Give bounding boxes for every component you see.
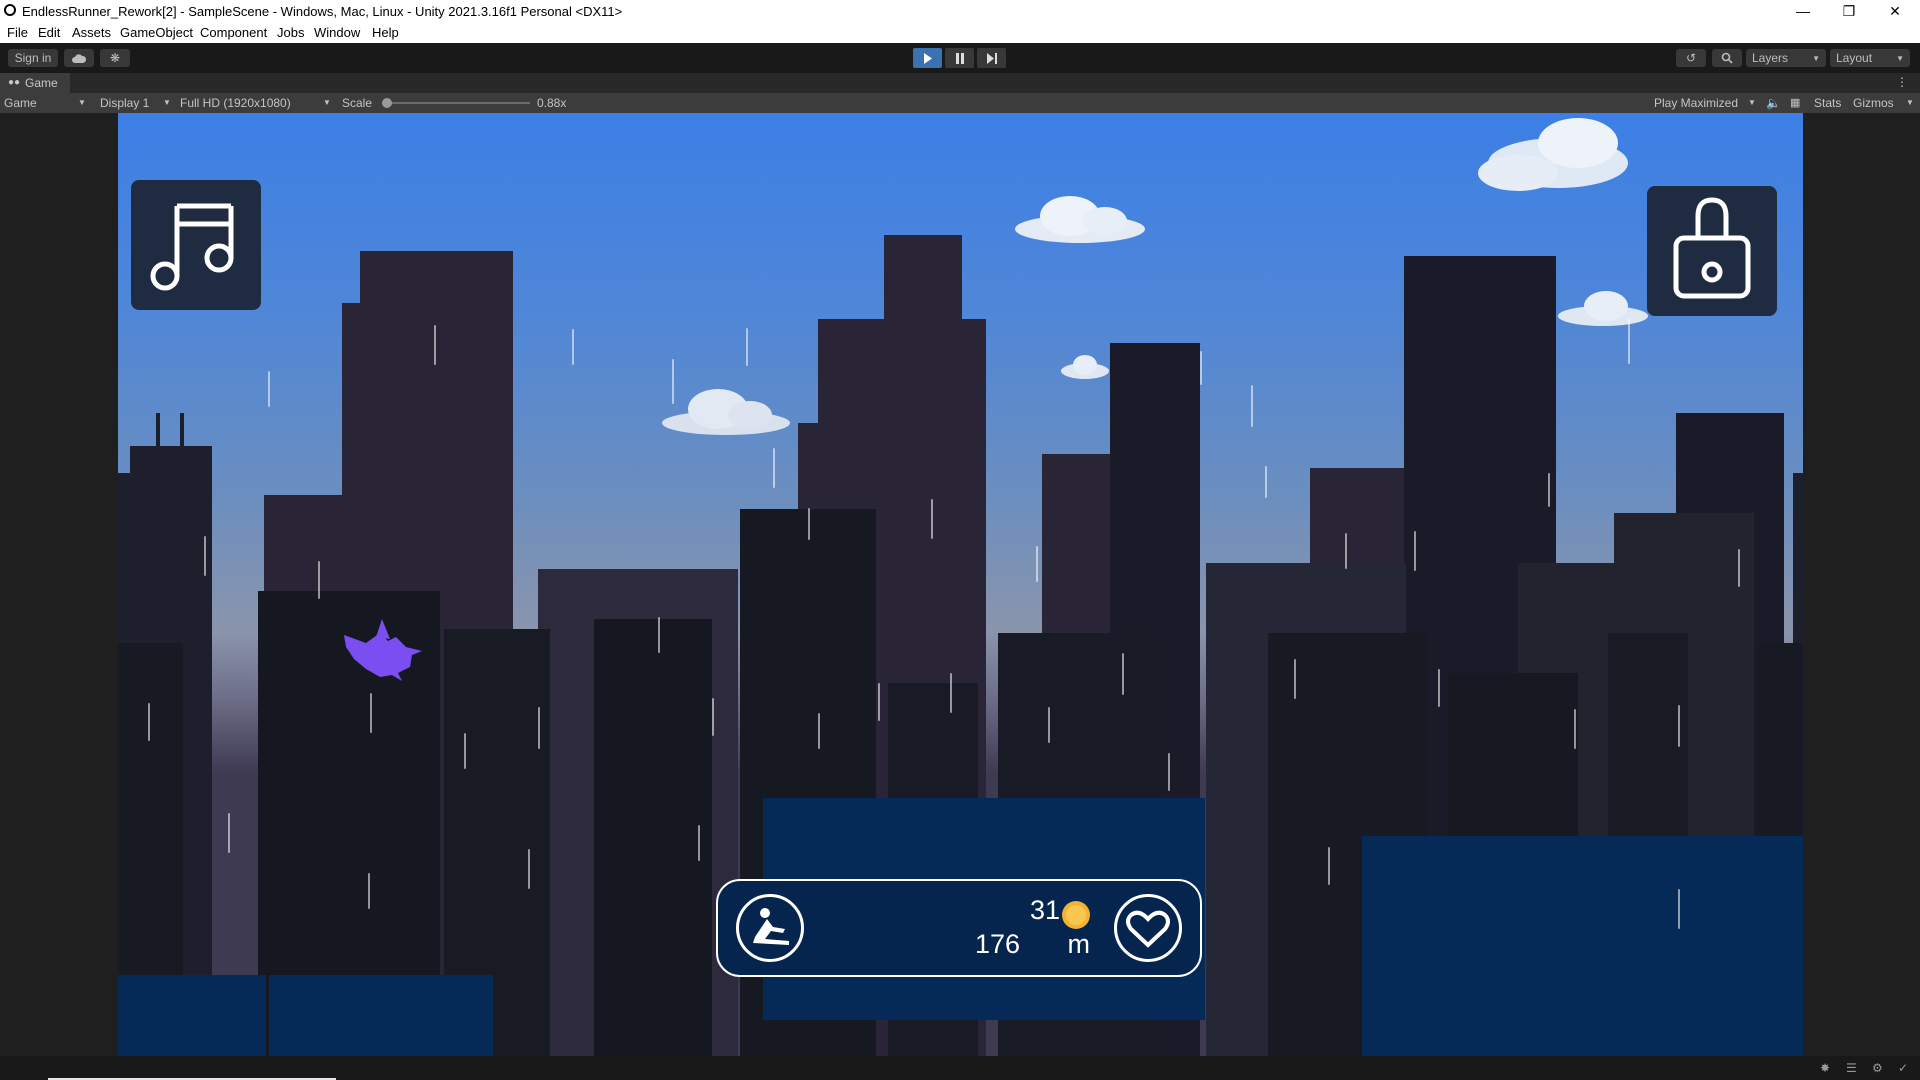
layers-dropdown[interactable]: Layers ▼: [1746, 49, 1826, 67]
chevron-down-icon: ▼: [1906, 98, 1914, 107]
chevron-down-icon: ▼: [1748, 98, 1756, 107]
scale-label: Scale: [342, 96, 373, 110]
tab-game[interactable]: ●● Game: [0, 73, 70, 93]
cloud-icon: [1061, 355, 1109, 379]
scale-slider[interactable]: [382, 98, 530, 108]
close-icon[interactable]: ✕: [1872, 0, 1918, 22]
distance-value: 176: [974, 929, 1020, 959]
sign-in-button[interactable]: Sign in: [8, 49, 58, 67]
menu-help[interactable]: Help: [372, 25, 399, 40]
menu-gameobject[interactable]: GameObject: [120, 25, 193, 40]
chevron-down-icon: ▼: [78, 98, 86, 107]
lives-button[interactable]: [1114, 894, 1182, 962]
settings-icon[interactable]: ⚙: [1872, 1061, 1883, 1075]
coin-icon: [1062, 901, 1090, 929]
menu-file[interactable]: File: [7, 25, 28, 40]
menu-assets[interactable]: Assets: [72, 25, 111, 40]
layout-label: Layout: [1836, 51, 1873, 65]
game-view[interactable]: 31 176 m: [118, 113, 1803, 1056]
menu-window[interactable]: Window: [314, 25, 360, 40]
pause-button[interactable]: [945, 48, 974, 68]
play-mode-dropdown[interactable]: Play Maximized: [1654, 96, 1738, 110]
status-bar: ✸ ☰ ⚙ ✓: [0, 1056, 1920, 1080]
bug-icon[interactable]: ✸: [1820, 1061, 1830, 1075]
resolution-dropdown[interactable]: Full HD (1920x1080): [180, 96, 291, 110]
window-title-bar: EndlessRunner_Rework[2] - SampleScene - …: [0, 0, 1920, 22]
mute-audio-icon[interactable]: 🔈: [1766, 96, 1781, 110]
music-icon: [150, 203, 234, 291]
chevron-down-icon: ▼: [1812, 53, 1820, 63]
cloud-icon: [662, 389, 790, 435]
score-panel: 31 176 m: [716, 879, 1202, 977]
distance-unit: m: [1067, 929, 1091, 959]
cloud-icon: [1478, 118, 1628, 191]
music-toggle-button[interactable]: [131, 180, 261, 310]
main-toolbar: Sign in ❋ ↺ Layers ▼ Layout ▼: [0, 43, 1920, 73]
layout-dropdown[interactable]: Layout ▼: [1830, 49, 1910, 67]
menu-component[interactable]: Component: [200, 25, 267, 40]
scale-value: 0.88x: [537, 96, 567, 110]
menu-bar: File Edit Assets GameObject Component Jo…: [0, 22, 1920, 43]
view-mode-dropdown[interactable]: Game: [4, 96, 37, 110]
bird-character: [344, 619, 422, 681]
scale-slider-handle[interactable]: [382, 98, 392, 108]
cloud-icon: [1558, 291, 1648, 326]
gizmos-button[interactable]: Gizmos: [1853, 96, 1894, 110]
cloud-icon[interactable]: [64, 49, 94, 67]
menu-edit[interactable]: Edit: [38, 25, 60, 40]
lock-icon: [1673, 197, 1751, 299]
tab-game-label: Game: [25, 76, 58, 90]
unity-icon: [4, 4, 16, 16]
restore-icon[interactable]: ❐: [1826, 0, 1872, 22]
step-button[interactable]: [977, 48, 1006, 68]
chevron-down-icon: ▼: [1896, 53, 1904, 63]
chevron-down-icon: ▼: [323, 98, 331, 107]
layers-icon[interactable]: ☰: [1846, 1061, 1857, 1075]
stats-button[interactable]: Stats: [1814, 96, 1841, 110]
minimize-icon[interactable]: —: [1780, 0, 1826, 22]
history-icon[interactable]: ↺: [1676, 49, 1706, 67]
gamepad-icon: ●●: [8, 77, 21, 88]
chevron-down-icon: ▼: [163, 98, 171, 107]
play-button[interactable]: [913, 48, 942, 68]
more-options-icon[interactable]: ⋮: [1896, 75, 1908, 89]
layers-label: Layers: [1752, 51, 1789, 65]
game-view-toolbar: Game ▼ Display 1 ▼ Full HD (1920x1080) ▼…: [0, 93, 1920, 113]
grid-icon[interactable]: ▦: [1790, 96, 1800, 109]
heart-icon: [1126, 910, 1170, 948]
game-tab-bar: ●● Game ⋮: [0, 73, 1920, 93]
slide-button[interactable]: [736, 894, 804, 962]
search-icon[interactable]: [1712, 49, 1742, 67]
collab-icon[interactable]: ❋: [100, 49, 130, 67]
cloud-icon: [1015, 196, 1145, 243]
check-icon[interactable]: ✓: [1898, 1061, 1908, 1075]
window-title: EndlessRunner_Rework[2] - SampleScene - …: [22, 4, 623, 19]
coin-count: 31: [1029, 895, 1060, 925]
slide-icon: [753, 908, 789, 945]
display-dropdown[interactable]: Display 1: [100, 96, 149, 110]
menu-jobs[interactable]: Jobs: [277, 25, 304, 40]
lock-toggle-button[interactable]: [1647, 186, 1777, 316]
